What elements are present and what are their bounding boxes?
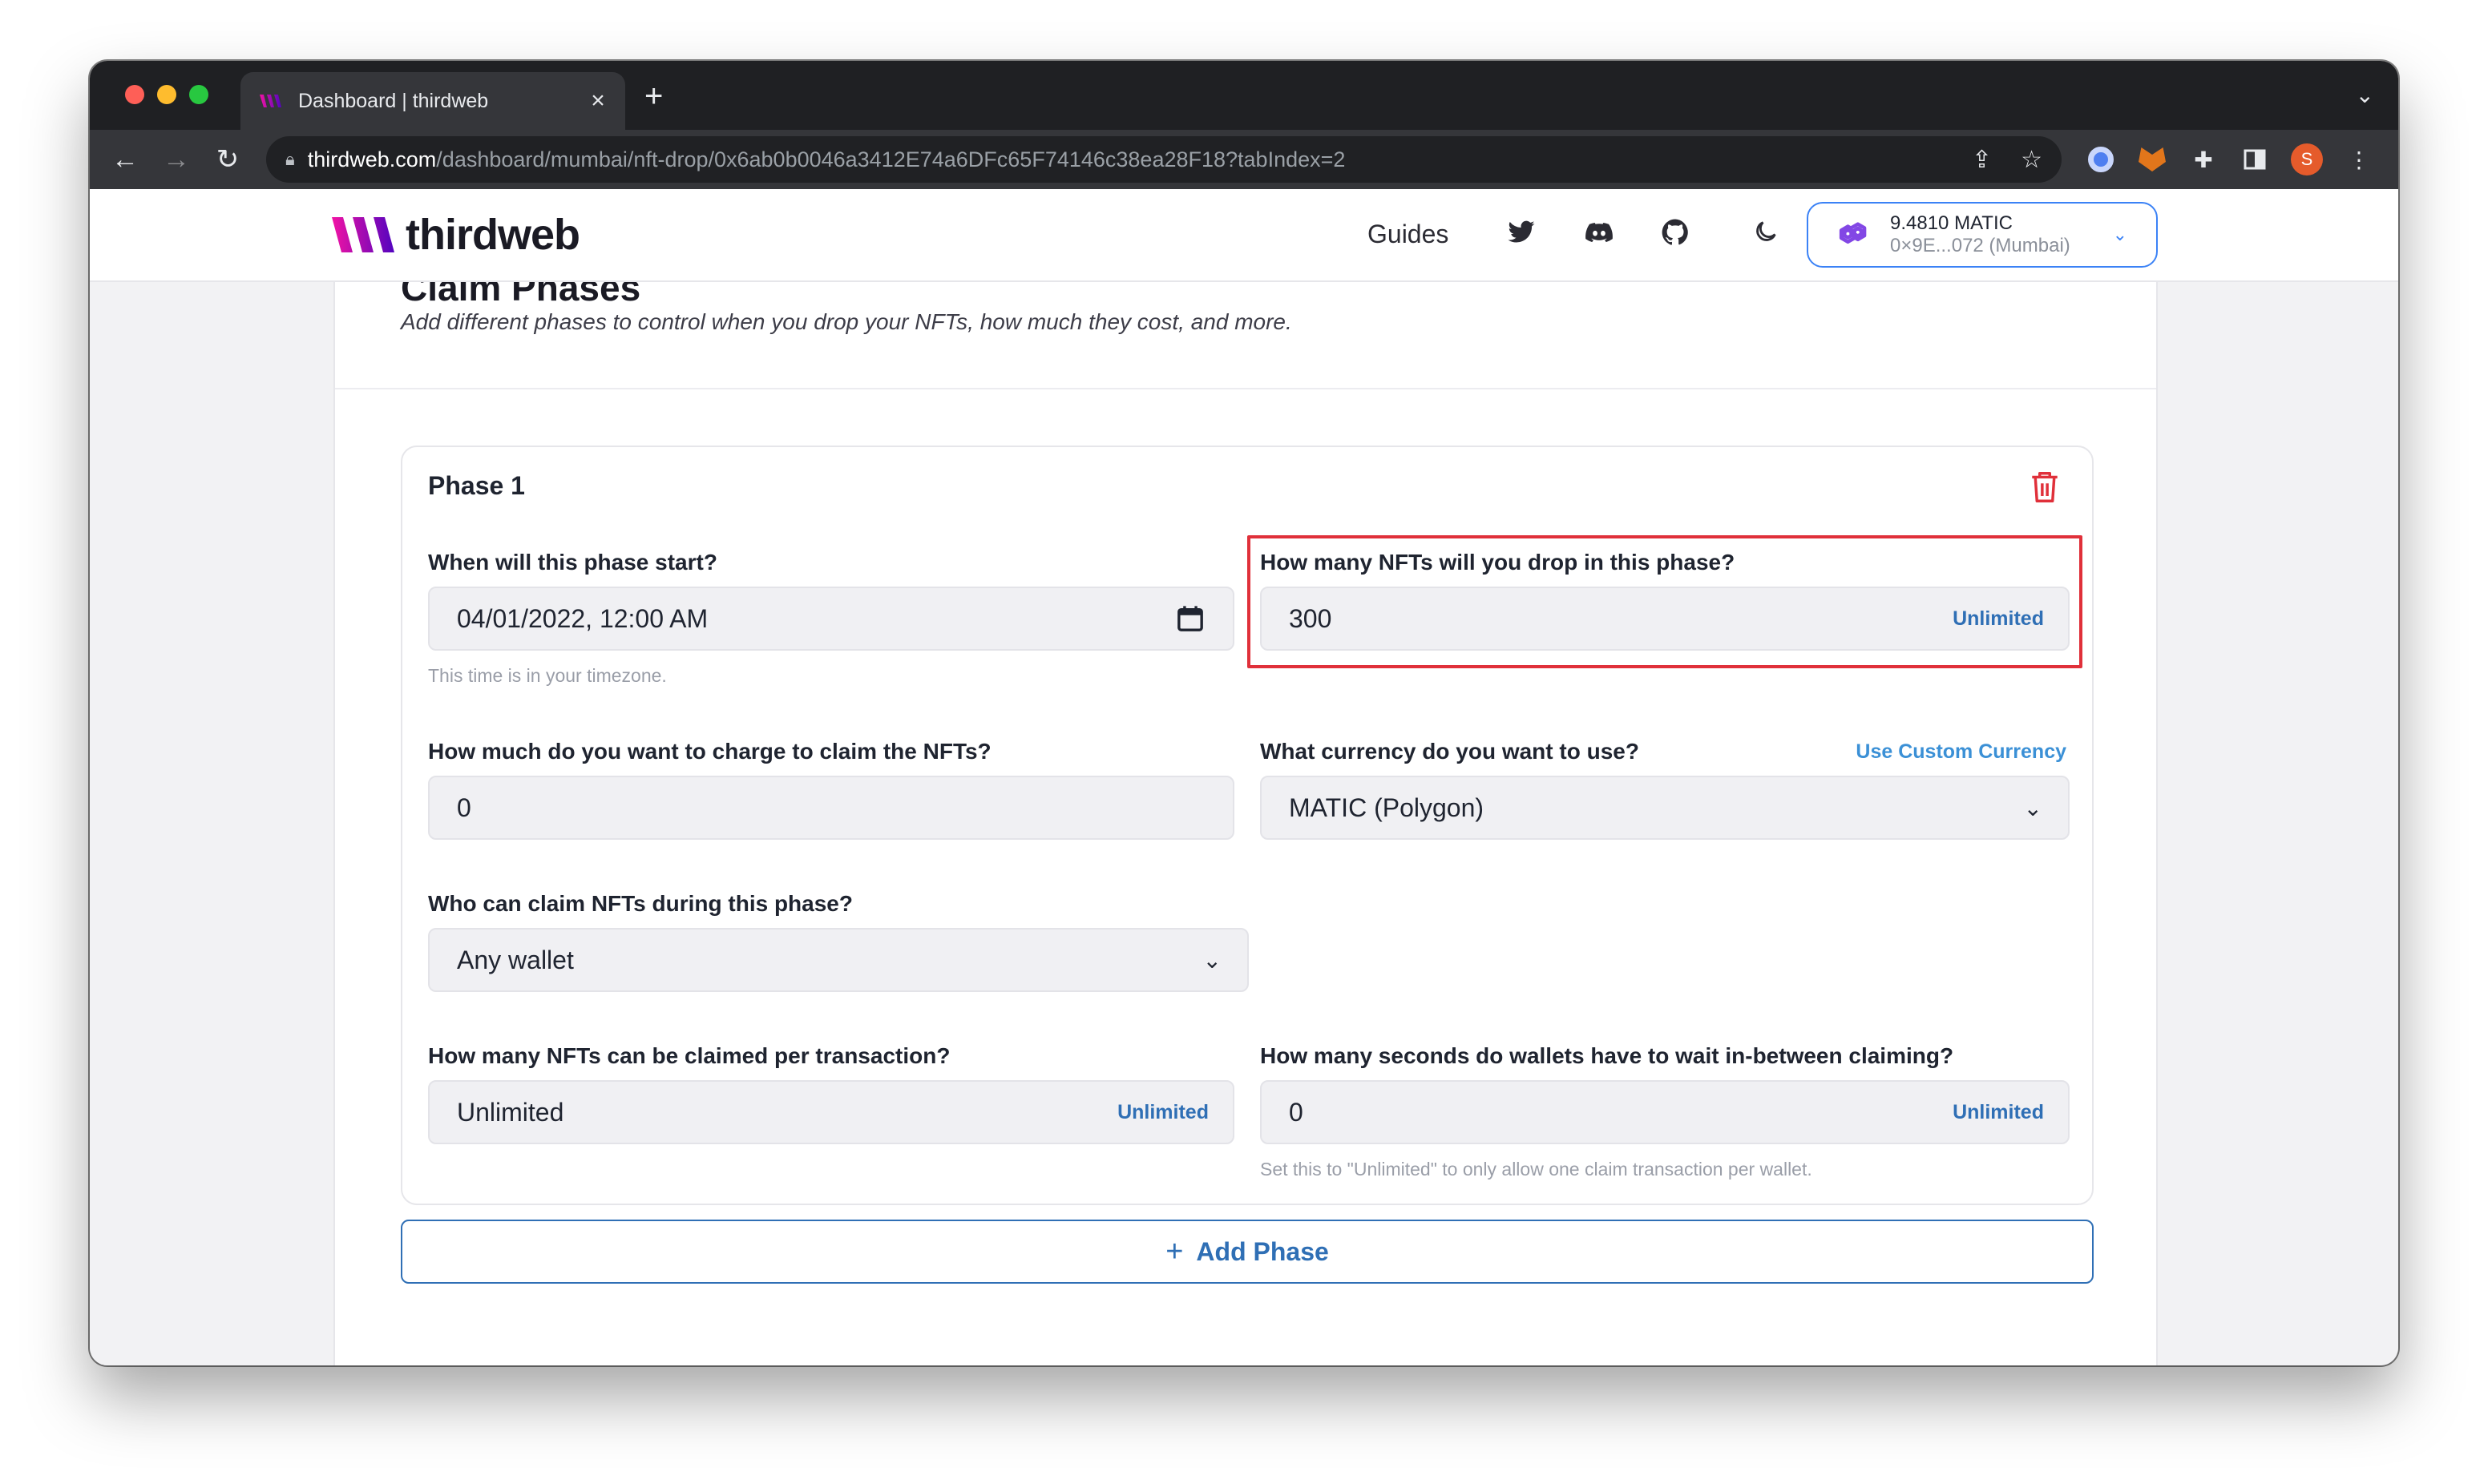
bookmark-star-icon[interactable]: ☆ xyxy=(2021,146,2042,174)
add-phase-button[interactable]: + Add Phase xyxy=(401,1220,2094,1284)
who-can-claim-value: Any wallet xyxy=(457,945,574,974)
section-subtitle: Add different phases to control when you… xyxy=(401,309,1292,334)
extension-ring-icon[interactable] xyxy=(2086,144,2116,175)
dark-mode-moon-icon[interactable] xyxy=(1752,218,1784,250)
thirdweb-logo-icon xyxy=(332,217,394,252)
wait-helper-text: Set this to "Unlimited" to only allow on… xyxy=(1260,1159,1812,1180)
side-panel-icon[interactable] xyxy=(2240,144,2270,175)
wait-seconds-value: 0 xyxy=(1289,1097,1303,1127)
github-icon[interactable] xyxy=(1661,218,1693,250)
phase-title: Phase 1 xyxy=(428,471,525,500)
tab-bar: Dashboard | thirdweb × + ⌄ xyxy=(90,61,2398,130)
maximize-window-button[interactable] xyxy=(189,85,208,104)
thirdweb-favicon-icon xyxy=(260,91,285,111)
start-datetime-value: 04/01/2022, 12:00 AM xyxy=(457,603,709,633)
twitter-icon[interactable] xyxy=(1507,218,1539,250)
back-arrow-icon[interactable]: ← xyxy=(99,144,151,175)
url-host: thirdweb.com xyxy=(307,147,437,171)
price-input[interactable]: 0 xyxy=(428,776,1234,840)
chevron-down-icon: ⌄ xyxy=(1202,947,1222,973)
chevron-down-icon: ⌄ xyxy=(2023,795,2042,821)
who-can-claim-select[interactable]: Any wallet ⌄ xyxy=(428,928,1249,992)
price-value: 0 xyxy=(457,792,471,822)
logo-text: thirdweb xyxy=(406,211,580,259)
calendar-icon[interactable] xyxy=(1177,605,1204,632)
address-bar[interactable]: 🔒︎ thirdweb.com/dashboard/mumbai/nft-dro… xyxy=(266,136,2062,183)
url-path: /dashboard/mumbai/nft-drop/0x6ab0b0046a3… xyxy=(436,147,1346,171)
wait-seconds-label: How many seconds do wallets have to wait… xyxy=(1260,1043,1954,1068)
wallet-button[interactable]: 9.4810 MATIC 0×9E...072 (Mumbai) ⌄ xyxy=(1807,202,2158,268)
quantity-value: 300 xyxy=(1289,603,1332,633)
phase-card: Phase 1 When will this phase start? 04/0… xyxy=(401,446,2094,1205)
tab-title: Dashboard | thirdweb xyxy=(298,89,489,112)
polygon-icon xyxy=(1839,222,1867,244)
plus-icon: + xyxy=(1165,1234,1184,1268)
forward-arrow-icon[interactable]: → xyxy=(151,144,202,175)
add-phase-label: Add Phase xyxy=(1196,1236,1329,1266)
start-label: When will this phase start? xyxy=(428,550,717,575)
wallet-balance: 9.4810 MATIC xyxy=(1890,212,2013,235)
tab-search-chevron-icon[interactable]: ⌄ xyxy=(2356,82,2374,108)
wait-seconds-input[interactable]: 0 Unlimited xyxy=(1260,1080,2070,1144)
extensions-puzzle-icon[interactable]: ✚ xyxy=(2188,144,2219,175)
per-tx-unlimited-button[interactable]: Unlimited xyxy=(1117,1101,1209,1124)
new-tab-button[interactable]: + xyxy=(644,79,663,115)
close-window-button[interactable] xyxy=(125,85,144,104)
price-label: How much do you want to charge to claim … xyxy=(428,739,992,764)
site-header: thirdweb Guides 9.4810 MATIC 0×9E...072 … xyxy=(90,189,2398,282)
quantity-unlimited-button[interactable]: Unlimited xyxy=(1953,607,2044,631)
chevron-down-icon: ⌄ xyxy=(2112,224,2127,244)
start-helper-text: This time is in your timezone. xyxy=(428,665,667,686)
currency-select[interactable]: MATIC (Polygon) ⌄ xyxy=(1260,776,2070,840)
wallet-address: 0×9E...072 (Mumbai) xyxy=(1890,235,2070,256)
browser-tab[interactable]: Dashboard | thirdweb × xyxy=(240,72,625,130)
per-tx-input[interactable]: Unlimited Unlimited xyxy=(428,1080,1234,1144)
divider xyxy=(335,388,2156,389)
thirdweb-logo[interactable]: thirdweb xyxy=(332,210,580,260)
claim-phases-card: Claim Phases Add different phases to con… xyxy=(333,189,2158,1365)
use-custom-currency-link[interactable]: Use Custom Currency xyxy=(1856,740,2066,764)
browser-window: Dashboard | thirdweb × + ⌄ ← → ↻ 🔒︎ thir… xyxy=(90,61,2398,1365)
per-tx-value: Unlimited xyxy=(457,1097,564,1127)
share-icon[interactable]: ⇪ xyxy=(1972,146,1992,174)
delete-phase-trash-icon[interactable] xyxy=(2030,470,2060,505)
start-datetime-input[interactable]: 04/01/2022, 12:00 AM xyxy=(428,587,1234,651)
nav-guides-link[interactable]: Guides xyxy=(1367,220,1448,249)
who-can-claim-label: Who can claim NFTs during this phase? xyxy=(428,891,853,916)
per-tx-label: How many NFTs can be claimed per transac… xyxy=(428,1043,951,1068)
profile-avatar[interactable]: S xyxy=(2291,143,2323,175)
discord-icon[interactable] xyxy=(1584,218,1616,250)
currency-value: MATIC (Polygon) xyxy=(1289,792,1484,822)
quantity-label: How many NFTs will you drop in this phas… xyxy=(1260,550,1735,575)
reload-icon[interactable]: ↻ xyxy=(202,143,253,175)
minimize-window-button[interactable] xyxy=(157,85,176,104)
wait-unlimited-button[interactable]: Unlimited xyxy=(1953,1101,2044,1124)
page-content: thirdweb Guides 9.4810 MATIC 0×9E...072 … xyxy=(90,189,2398,1365)
tab-close-icon[interactable]: × xyxy=(582,87,614,115)
lock-icon: 🔒︎ xyxy=(285,149,295,169)
currency-label: What currency do you want to use? xyxy=(1260,739,1639,764)
browser-toolbar: ← → ↻ 🔒︎ thirdweb.com/dashboard/mumbai/n… xyxy=(90,130,2398,189)
quantity-input[interactable]: 300 Unlimited xyxy=(1260,587,2070,651)
metamask-fox-icon[interactable] xyxy=(2137,144,2167,175)
browser-menu-icon[interactable]: ⋮ xyxy=(2344,144,2374,175)
